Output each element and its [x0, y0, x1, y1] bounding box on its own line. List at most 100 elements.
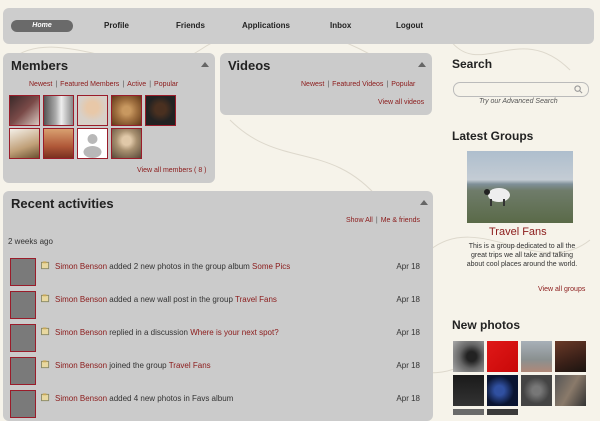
activity-action-text: added a new wall post in the group: [107, 295, 235, 304]
activity-target-link[interactable]: Travel Fans: [235, 295, 277, 304]
member-avatar[interactable]: [43, 128, 74, 159]
activity-date: Apr 18: [396, 328, 420, 337]
tab-separator: |: [375, 217, 378, 224]
videos-tab-popular[interactable]: Popular: [391, 81, 415, 88]
activity-date: Apr 18: [396, 295, 420, 304]
activity-date: Apr 18: [396, 394, 420, 403]
activity-row: Simon Benson added 2 new photos in the g…: [10, 258, 432, 286]
activity-action-text: added 2 new photos in the group album: [107, 262, 253, 271]
activity-date: Apr 18: [396, 361, 420, 370]
members-collapse-button[interactable]: [201, 62, 209, 67]
tab-separator: |: [149, 81, 152, 88]
videos-tab-newest[interactable]: Newest: [301, 81, 324, 88]
groups-view-all-link[interactable]: View all groups: [538, 286, 585, 293]
photo-thumbnail[interactable]: [521, 375, 552, 406]
activity-text: Simon Benson added 4 new photos in Favs …: [55, 394, 233, 403]
group-thumbnail[interactable]: [467, 151, 573, 223]
videos-view-all-link[interactable]: View all videos: [378, 99, 424, 106]
activity-action-text: replied in a discussion: [107, 328, 191, 337]
filter-show-all[interactable]: Show All: [346, 217, 373, 224]
activity-row: Simon Benson joined the group Travel Fan…: [10, 357, 432, 385]
search-title: Search: [452, 57, 493, 71]
activity-user-avatar[interactable]: [10, 390, 36, 418]
activity-type-icon: [41, 294, 50, 303]
activity-target-link[interactable]: Where is your next spot?: [190, 328, 278, 337]
photo-thumbnail[interactable]: [453, 375, 484, 406]
videos-tab-featured[interactable]: Featured Videos: [332, 81, 383, 88]
group-description-line: This is a group dedicated to all the: [468, 243, 576, 250]
person-silhouette-icon: [83, 134, 102, 158]
advanced-search-link[interactable]: Try our Advanced Search: [479, 98, 558, 105]
member-avatar[interactable]: [9, 128, 40, 159]
photo-thumbnail[interactable]: [555, 341, 586, 372]
members-tab-featured[interactable]: Featured Members: [60, 81, 119, 88]
activity-user-avatar[interactable]: [10, 357, 36, 385]
videos-collapse-button[interactable]: [418, 62, 426, 67]
search-input[interactable]: [453, 82, 589, 97]
activities-filters: Show All | Me & friends: [346, 217, 420, 224]
activity-text: Simon Benson joined the group Travel Fan…: [55, 361, 211, 370]
activity-action-text: joined the group: [107, 361, 169, 370]
activity-target-link[interactable]: Travel Fans: [169, 361, 211, 370]
activities-title: Recent activities: [11, 196, 114, 211]
members-view-all-link[interactable]: View all members ( 8 ): [137, 167, 207, 174]
photo-thumbnail[interactable]: [555, 375, 586, 406]
members-title: Members: [11, 58, 69, 73]
member-avatar[interactable]: [111, 95, 142, 126]
member-avatar[interactable]: [43, 95, 74, 126]
members-tab-popular[interactable]: Popular: [154, 81, 178, 88]
nav-inbox[interactable]: Inbox: [330, 21, 351, 30]
photo-thumbnail[interactable]: [487, 375, 518, 406]
activity-row: Simon Benson replied in a discussion Whe…: [10, 324, 432, 352]
member-avatar[interactable]: [77, 95, 108, 126]
activity-user-avatar[interactable]: [10, 291, 36, 319]
photo-thumbnail[interactable]: [487, 409, 518, 415]
latest-groups-title: Latest Groups: [452, 129, 534, 143]
videos-tabs: Newest | Featured Videos | Popular: [301, 81, 415, 88]
activity-user-link[interactable]: Simon Benson: [55, 295, 107, 304]
photo-thumbnail[interactable]: [453, 341, 484, 372]
activity-user-link[interactable]: Simon Benson: [55, 394, 107, 403]
group-description-line: great trips we all take and talking: [471, 252, 573, 259]
new-photos-title: New photos: [452, 318, 520, 332]
nav-profile[interactable]: Profile: [104, 21, 129, 30]
group-description-line: about cool places around the world.: [466, 261, 578, 268]
activity-user-link[interactable]: Simon Benson: [55, 361, 107, 370]
members-tab-active[interactable]: Active: [127, 81, 146, 88]
tab-separator: |: [55, 81, 58, 88]
filter-me-and-friends[interactable]: Me & friends: [381, 217, 420, 224]
members-tab-newest[interactable]: Newest: [29, 81, 52, 88]
members-tabs: Newest | Featured Members | Active | Popular: [29, 81, 178, 88]
activity-user-avatar[interactable]: [10, 258, 36, 286]
nav-home[interactable]: Home: [11, 20, 73, 32]
member-avatar[interactable]: [111, 128, 142, 159]
nav-friends[interactable]: Friends: [176, 21, 205, 30]
nav-logout[interactable]: Logout: [396, 21, 423, 30]
member-avatar[interactable]: [145, 95, 176, 126]
activity-user-link[interactable]: Simon Benson: [55, 328, 107, 337]
activity-type-icon: [41, 261, 50, 270]
activity-target-link[interactable]: Some Pics: [252, 262, 290, 271]
activity-time-group-label: 2 weeks ago: [8, 237, 53, 246]
activity-user-link[interactable]: Simon Benson: [55, 262, 107, 271]
activity-text: Simon Benson added a new wall post in th…: [55, 295, 277, 304]
activities-collapse-button[interactable]: [420, 200, 428, 205]
photo-thumbnail[interactable]: [521, 341, 552, 372]
activity-row: Simon Benson added a new wall post in th…: [10, 291, 432, 319]
nav-applications[interactable]: Applications: [242, 21, 290, 30]
photo-thumbnail[interactable]: [453, 409, 484, 415]
activity-row: Simon Benson added 4 new photos in Favs …: [10, 390, 432, 418]
default-avatar-icon[interactable]: [77, 128, 108, 159]
activity-type-icon: [41, 327, 50, 336]
activity-action-text: added 4 new photos in Favs album: [107, 394, 234, 403]
tab-separator: |: [122, 81, 125, 88]
videos-panel: Videos Newest | Featured Videos | Popular Vi…: [220, 53, 432, 115]
top-navigation: Home Profile Friends Applications Inbox …: [3, 8, 594, 44]
member-avatar[interactable]: [9, 95, 40, 126]
activity-user-avatar[interactable]: [10, 324, 36, 352]
sheep-image: [484, 188, 510, 206]
tab-separator: |: [327, 81, 330, 88]
photo-thumbnail[interactable]: [487, 341, 518, 372]
group-name-link[interactable]: Travel Fans: [489, 226, 547, 238]
activity-type-icon: [41, 360, 50, 369]
